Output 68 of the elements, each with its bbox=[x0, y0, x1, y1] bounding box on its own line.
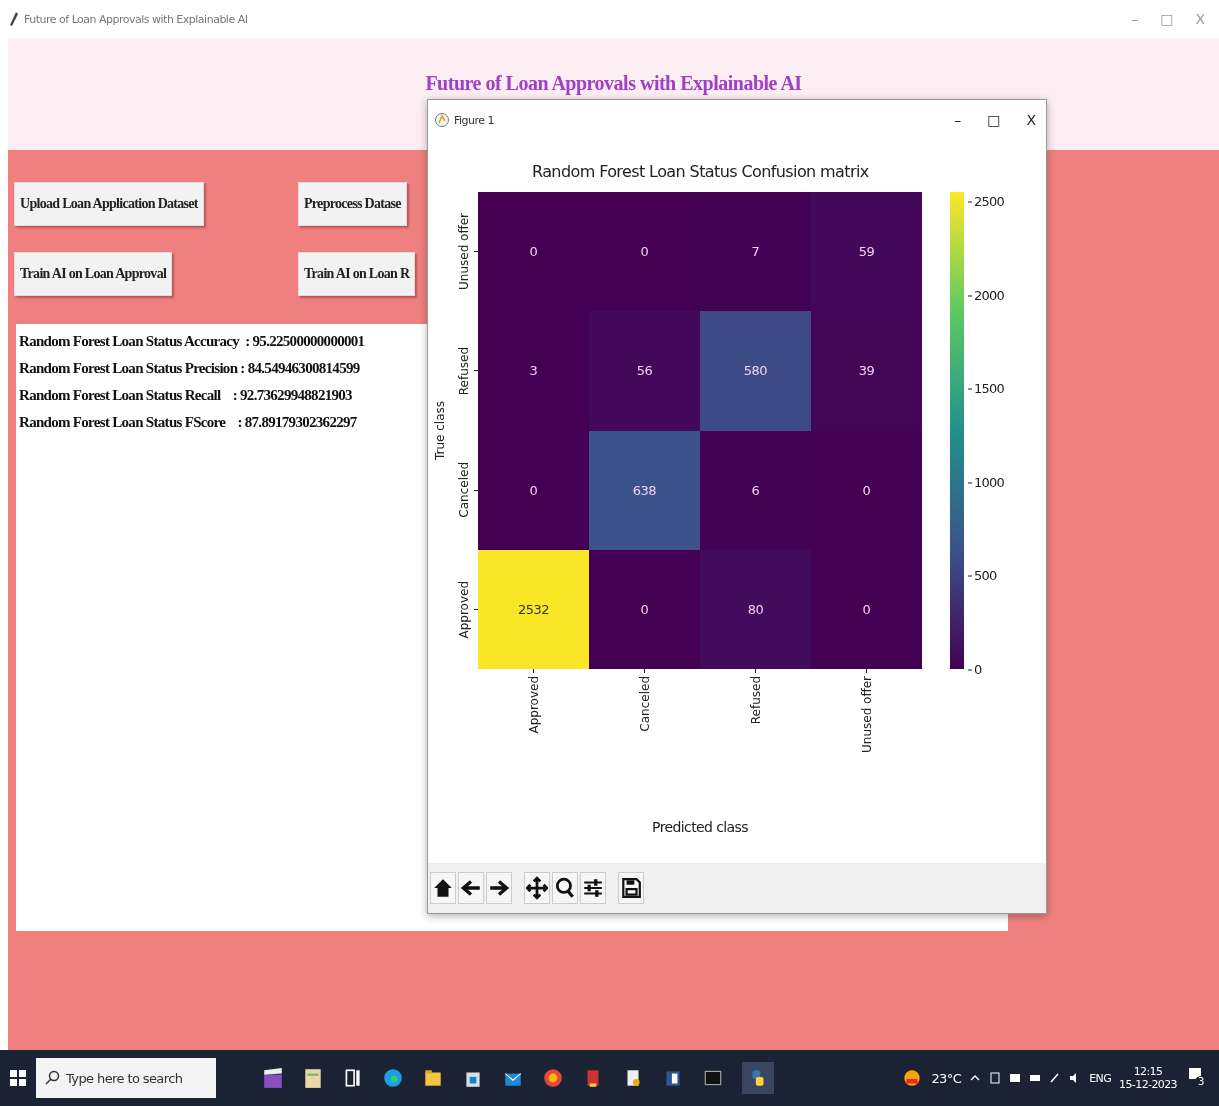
tick-label: Unused offer bbox=[457, 213, 471, 291]
tick-label: Refused bbox=[748, 676, 763, 725]
heatmap-cell: 80 bbox=[700, 549, 811, 669]
clapperboard-icon[interactable] bbox=[262, 1067, 284, 1089]
axis-label: Predicted class bbox=[652, 819, 748, 835]
heatmap-cell: 580 bbox=[700, 311, 811, 431]
heatmap-cell: 638 bbox=[589, 430, 700, 550]
home-icon[interactable] bbox=[430, 872, 456, 904]
save-icon[interactable] bbox=[618, 872, 644, 904]
heatmap-cell: 59 bbox=[811, 192, 922, 312]
tray-icon[interactable] bbox=[989, 1072, 1002, 1084]
window-control[interactable]: X bbox=[1022, 112, 1040, 128]
chart-title: Random Forest Loan Status Confusion matrix bbox=[532, 162, 869, 183]
tick-label: Approved bbox=[457, 580, 471, 639]
sliders-icon[interactable] bbox=[580, 872, 606, 904]
figure-title: Figure 1 bbox=[454, 113, 495, 127]
app-heading: Future of Loan Approvals with Explainable AI bbox=[425, 72, 802, 95]
action-button[interactable]: Upload Loan Application Dataset bbox=[14, 182, 204, 226]
window-control[interactable]: □ bbox=[983, 112, 1005, 128]
heatmap-cell: 2532 bbox=[478, 549, 589, 669]
result-line: Random Forest Loan Status Recall : 92.73629948821903 bbox=[19, 386, 352, 405]
colorbar-tick-label: 2000 bbox=[968, 287, 1004, 303]
heatmap-cell: 3 bbox=[478, 311, 589, 431]
search-icon bbox=[44, 1070, 60, 1086]
heatmap-cell: 39 bbox=[811, 311, 922, 431]
notification-button[interactable]: 3 bbox=[1185, 1064, 1209, 1092]
window-control[interactable]: – bbox=[950, 112, 966, 128]
folder-icon[interactable] bbox=[422, 1067, 444, 1089]
heatmap-cell: 0 bbox=[811, 430, 922, 550]
heatmap-cell: 0 bbox=[478, 430, 589, 550]
tick-label: Approved bbox=[526, 676, 541, 734]
heatmap-cell: 56 bbox=[589, 311, 700, 431]
notepad-icon[interactable] bbox=[302, 1067, 324, 1089]
heatmap-cell: 0 bbox=[478, 192, 589, 312]
heatmap-cell: 7 bbox=[700, 192, 811, 312]
action-button[interactable]: Train AI on Loan Approval bbox=[14, 252, 173, 296]
heatmap-cell: 0 bbox=[811, 549, 922, 669]
result-line: Random Forest Loan Status Precision : 84.54946300814599 bbox=[19, 359, 360, 378]
axis-label: True class bbox=[433, 400, 447, 461]
result-line: Random Forest Loan Status FScore : 87.89179302362297 bbox=[19, 413, 357, 432]
colorbar-tick-label: 0 bbox=[968, 661, 982, 677]
colorbar-tick-label: 1000 bbox=[968, 474, 1004, 490]
window-title: Future of Loan Approvals with Explainable AI bbox=[24, 12, 248, 26]
colorbar-tick-label: 500 bbox=[968, 567, 997, 583]
heatmap-cell: 6 bbox=[700, 430, 811, 550]
action-button[interactable]: Train AI on Loan R bbox=[298, 252, 416, 296]
result-line: Random Forest Loan Status Accuracy : 95.22500000000001 bbox=[19, 332, 365, 351]
taskbar-search-field[interactable]: Type here to search bbox=[36, 1058, 216, 1098]
language-indicator[interactable]: ENG bbox=[1089, 1071, 1112, 1085]
colorbar-tick-label: 2500 bbox=[968, 193, 1004, 209]
heatmap-cell: 0 bbox=[589, 549, 700, 669]
python-icon[interactable] bbox=[742, 1062, 774, 1094]
tray-icon[interactable] bbox=[1009, 1072, 1022, 1084]
zoom-icon[interactable] bbox=[552, 872, 578, 904]
tick-label: Refused bbox=[457, 346, 471, 395]
colorbar-tick-label: 1500 bbox=[968, 380, 1004, 396]
tick-label: Canceled bbox=[457, 462, 471, 518]
figure-logo-icon bbox=[434, 112, 450, 128]
feather-icon bbox=[10, 12, 18, 26]
clock-time: 12:15 bbox=[1133, 1065, 1163, 1078]
windows-start-icon[interactable] bbox=[10, 1070, 26, 1086]
pan-icon[interactable] bbox=[524, 872, 550, 904]
heatmap-cell: 0 bbox=[589, 192, 700, 312]
action-button[interactable]: Preprocess Datase bbox=[298, 182, 407, 226]
tick-label: Unused offer bbox=[859, 676, 874, 753]
temperature: 23°C bbox=[931, 1070, 962, 1086]
clock-date: 15-12-2023 bbox=[1119, 1078, 1177, 1091]
tick-label: Canceled bbox=[637, 676, 652, 732]
